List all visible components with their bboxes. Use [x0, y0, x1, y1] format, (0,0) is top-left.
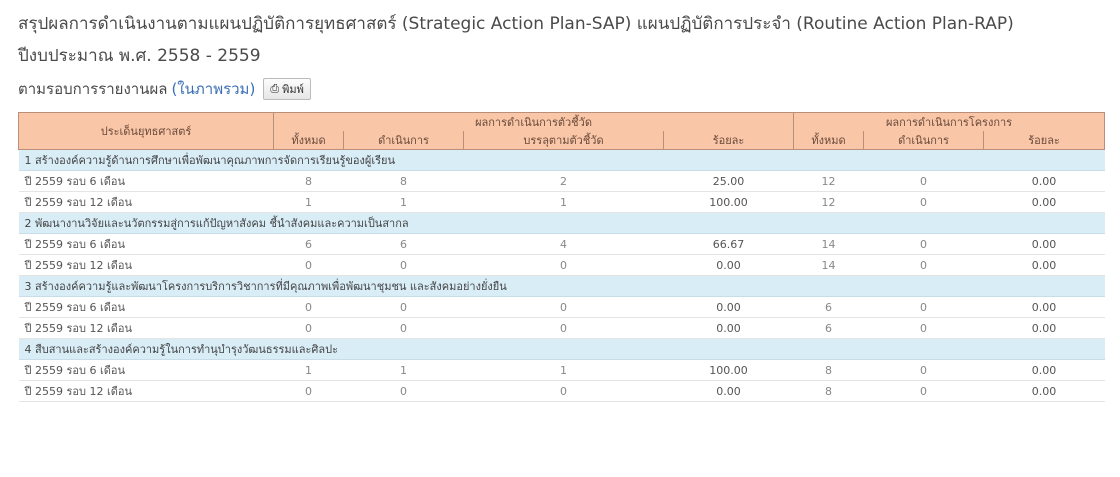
- table-row: ปี 2559 รอบ 12 เดือน 1 1 1 100.00 12 0 0.00: [18, 191, 1105, 213]
- subtitle-row: ตามรอบการรายงานผล (ในภาพรวม) ⎙ พิมพ์: [18, 76, 1102, 102]
- kpi-percent-cell: 0.00: [663, 317, 794, 339]
- project-percent-cell: 0.00: [983, 254, 1105, 276]
- kpi-total-cell: 0: [273, 296, 344, 318]
- table-row: ปี 2559 รอบ 12 เดือน 0 0 0 0.00 6 0 0.00: [18, 317, 1105, 339]
- project-percent-cell: 0.00: [983, 317, 1105, 339]
- kpi-percent-cell: 0.00: [663, 254, 794, 276]
- table-row: ปี 2559 รอบ 12 เดือน 0 0 0 0.00 14 0 0.00: [18, 254, 1105, 276]
- subtitle: ตามรอบการรายงานผล: [18, 80, 168, 98]
- project-total-cell: 14: [793, 254, 864, 276]
- print-button[interactable]: ⎙ พิมพ์: [263, 78, 311, 100]
- strategy-group-title: 3 สร้างองค์ความรู้และพัฒนาโครงการบริการว…: [18, 275, 1105, 297]
- header-project-group: ผลการดำเนินการโครงการ: [793, 112, 1106, 131]
- project-total-cell: 6: [793, 296, 864, 318]
- kpi-total-cell: 8: [273, 170, 344, 192]
- header-project-percent: ร้อยละ: [983, 131, 1106, 150]
- header-project-total: ทั้งหมด: [793, 131, 865, 150]
- project-done-cell: 0: [863, 296, 984, 318]
- project-done-cell: 0: [863, 359, 984, 381]
- kpi-achieved-cell: 0: [463, 317, 664, 339]
- header-kpi-group: ผลการดำเนินการตัวชี้วัด: [272, 112, 795, 131]
- page-title: สรุปผลการดำเนินงานตามแผนปฏิบัติการยุทธศา…: [18, 14, 1014, 66]
- kpi-total-cell: 0: [273, 317, 344, 339]
- header-strategy: ประเด็นยุทธศาสตร์: [18, 112, 274, 150]
- kpi-done-cell: 0: [343, 317, 464, 339]
- kpi-total-cell: 6: [273, 233, 344, 255]
- strategy-group-title: 2 พัฒนางานวิจัยและนวัตกรรมสู่การแก้ปัญหา…: [18, 212, 1105, 234]
- table-row: ปี 2559 รอบ 6 เดือน 0 0 0 0.00 6 0 0.00: [18, 296, 1105, 318]
- strategy-group-row: 4 สืบสานและสร้างองค์ความรู้ในการทำนุบำรุ…: [18, 338, 1105, 360]
- kpi-achieved-cell: 4: [463, 233, 664, 255]
- summary-table: ประเด็นยุทธศาสตร์ ผลการดำเนินการตัวชี้วั…: [18, 112, 1106, 402]
- kpi-total-cell: 0: [273, 380, 344, 402]
- strategy-group-row: 3 สร้างองค์ความรู้และพัฒนาโครงการบริการว…: [18, 275, 1105, 297]
- print-label: พิมพ์: [282, 83, 304, 96]
- project-percent-cell: 0.00: [983, 296, 1105, 318]
- project-percent-cell: 0.00: [983, 359, 1105, 381]
- printer-icon: ⎙: [270, 82, 280, 95]
- kpi-done-cell: 0: [343, 380, 464, 402]
- project-total-cell: 12: [793, 170, 864, 192]
- header-kpi-total: ทั้งหมด: [273, 131, 344, 150]
- project-done-cell: 0: [863, 254, 984, 276]
- project-percent-cell: 0.00: [983, 191, 1105, 213]
- table-row: ปี 2559 รอบ 12 เดือน 0 0 0 0.00 8 0 0.00: [18, 380, 1105, 402]
- project-done-cell: 0: [863, 380, 984, 402]
- row-label: ปี 2559 รอบ 6 เดือน: [18, 170, 274, 192]
- project-percent-cell: 0.00: [983, 380, 1105, 402]
- row-label: ปี 2559 รอบ 12 เดือน: [18, 191, 274, 213]
- row-label: ปี 2559 รอบ 12 เดือน: [18, 380, 274, 402]
- project-total-cell: 14: [793, 233, 864, 255]
- header-kpi-done: ดำเนินการ: [343, 131, 464, 150]
- row-label: ปี 2559 รอบ 6 เดือน: [18, 233, 274, 255]
- kpi-percent-cell: 100.00: [663, 191, 794, 213]
- kpi-percent-cell: 66.67: [663, 233, 794, 255]
- kpi-achieved-cell: 0: [463, 254, 664, 276]
- project-percent-cell: 0.00: [983, 233, 1105, 255]
- header-kpi-percent: ร้อยละ: [662, 131, 795, 150]
- kpi-achieved-cell: 2: [463, 170, 664, 192]
- report-page: สรุปผลการดำเนินงานตามแผนปฏิบัติการยุทธศา…: [0, 0, 1120, 402]
- kpi-total-cell: 1: [273, 359, 344, 381]
- row-label: ปี 2559 รอบ 6 เดือน: [18, 296, 274, 318]
- project-total-cell: 8: [793, 359, 864, 381]
- row-label: ปี 2559 รอบ 12 เดือน: [18, 317, 274, 339]
- kpi-percent-cell: 25.00: [663, 170, 794, 192]
- kpi-achieved-cell: 1: [463, 191, 664, 213]
- project-total-cell: 8: [793, 380, 864, 402]
- project-done-cell: 0: [863, 170, 984, 192]
- header-project-done: ดำเนินการ: [863, 131, 985, 150]
- table-row: ปี 2559 รอบ 6 เดือน 1 1 1 100.00 8 0 0.00: [18, 359, 1105, 381]
- project-total-cell: 6: [793, 317, 864, 339]
- project-done-cell: 0: [863, 233, 984, 255]
- kpi-done-cell: 1: [343, 359, 464, 381]
- overview-link[interactable]: (ในภาพรวม): [171, 77, 255, 101]
- kpi-achieved-cell: 0: [463, 380, 664, 402]
- kpi-total-cell: 0: [273, 254, 344, 276]
- strategy-group-row: 2 พัฒนางานวิจัยและนวัตกรรมสู่การแก้ปัญหา…: [18, 212, 1105, 234]
- row-label: ปี 2559 รอบ 6 เดือน: [18, 359, 274, 381]
- header-kpi-achieved: บรรลุตามตัวชี้วัด: [463, 131, 664, 150]
- table-row: ปี 2559 รอบ 6 เดือน 8 8 2 25.00 12 0 0.00: [18, 170, 1105, 192]
- kpi-done-cell: 8: [343, 170, 464, 192]
- kpi-achieved-cell: 1: [463, 359, 664, 381]
- kpi-done-cell: 1: [343, 191, 464, 213]
- kpi-done-cell: 0: [343, 296, 464, 318]
- kpi-percent-cell: 0.00: [663, 296, 794, 318]
- project-percent-cell: 0.00: [983, 170, 1105, 192]
- strategy-group-title: 1 สร้างองค์ความรู้ด้านการศึกษาเพื่อพัฒนา…: [18, 149, 1105, 171]
- table-row: ปี 2559 รอบ 6 เดือน 6 6 4 66.67 14 0 0.00: [18, 233, 1105, 255]
- project-done-cell: 0: [863, 317, 984, 339]
- row-label: ปี 2559 รอบ 12 เดือน: [18, 254, 274, 276]
- kpi-done-cell: 6: [343, 233, 464, 255]
- kpi-percent-cell: 100.00: [663, 359, 794, 381]
- project-total-cell: 12: [793, 191, 864, 213]
- project-done-cell: 0: [863, 191, 984, 213]
- kpi-done-cell: 0: [343, 254, 464, 276]
- kpi-percent-cell: 0.00: [663, 380, 794, 402]
- strategy-group-title: 4 สืบสานและสร้างองค์ความรู้ในการทำนุบำรุ…: [18, 338, 1105, 360]
- kpi-achieved-cell: 0: [463, 296, 664, 318]
- strategy-group-row: 1 สร้างองค์ความรู้ด้านการศึกษาเพื่อพัฒนา…: [18, 149, 1105, 171]
- kpi-total-cell: 1: [273, 191, 344, 213]
